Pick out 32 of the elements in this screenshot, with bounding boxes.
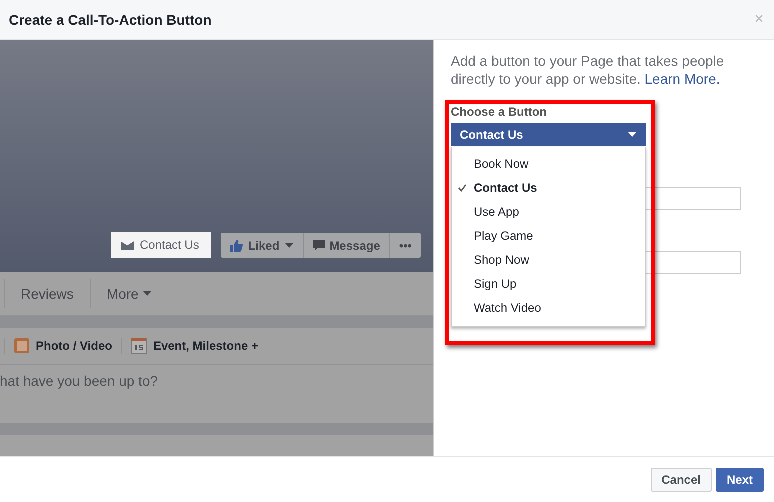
- liked-button[interactable]: Liked: [221, 233, 304, 258]
- menu-option[interactable]: Shop Now: [452, 248, 645, 272]
- composer-action[interactable]: Event, Milestone +: [121, 338, 268, 354]
- cancel-button[interactable]: Cancel: [650, 468, 712, 492]
- menu-option[interactable]: Play Game: [452, 224, 645, 248]
- dialog-title: Create a Call-To-Action Button: [9, 12, 212, 28]
- description-text: Add a button to your Page that takes people directly to your app or website. Learn More.: [451, 52, 726, 88]
- message-button[interactable]: Message: [304, 233, 390, 258]
- speech-bubble-icon: [312, 240, 325, 251]
- button-type-select[interactable]: Contact Us: [451, 123, 646, 146]
- menu-option[interactable]: Use App: [452, 200, 645, 224]
- checkmark-icon: [458, 184, 467, 192]
- menu-option[interactable]: Sign Up: [452, 272, 645, 296]
- caret-icon: [142, 291, 152, 296]
- page-tab[interactable]: Reviews: [4, 279, 90, 308]
- calendar-icon: [131, 338, 148, 354]
- learn-more-link[interactable]: Learn More.: [644, 71, 720, 87]
- caret-icon: [628, 132, 637, 137]
- contact-us-button[interactable]: Contact Us: [110, 232, 212, 258]
- more-button[interactable]: •••: [390, 233, 421, 258]
- menu-option[interactable]: Book Now: [452, 152, 645, 176]
- menu-option[interactable]: Contact Us: [452, 176, 645, 200]
- field-label: Choose a Button: [451, 105, 548, 119]
- envelope-icon: [120, 240, 134, 250]
- status-input[interactable]: hat have you been up to?: [0, 365, 433, 423]
- composer-action[interactable]: Photo / Video: [4, 338, 122, 354]
- caret-icon: [284, 243, 294, 248]
- thumbs-up-icon: [230, 240, 244, 252]
- photo-icon: [14, 338, 30, 354]
- next-button[interactable]: Next: [716, 468, 764, 492]
- menu-option[interactable]: Watch Video: [452, 296, 645, 320]
- page-tab[interactable]: More: [90, 279, 168, 308]
